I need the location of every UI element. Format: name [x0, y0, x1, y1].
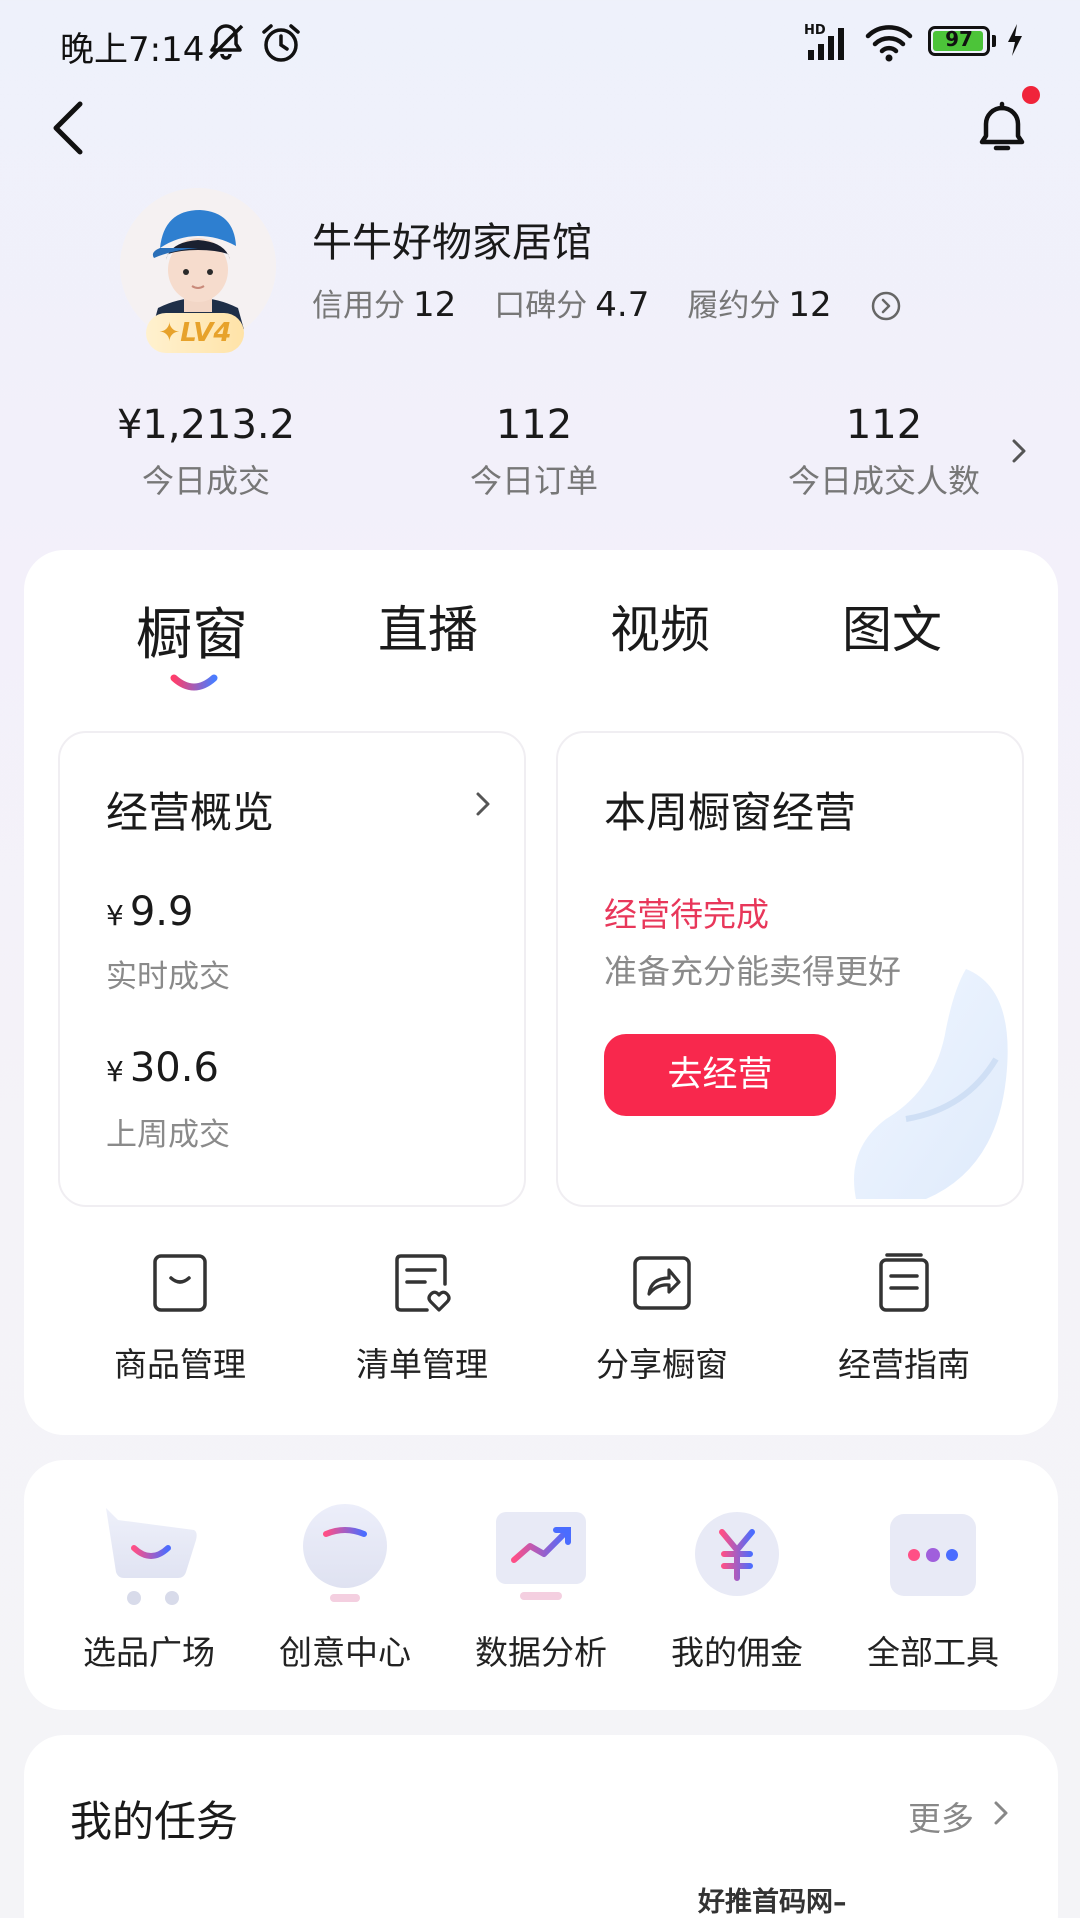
stat-label: 今日成交人数 — [787, 462, 980, 500]
tasks-title: 我的任务 — [70, 1797, 239, 1846]
alarm-icon — [262, 24, 300, 62]
feature-label: 数据分析 — [475, 1633, 607, 1672]
weekly-status: 经营待完成 — [604, 895, 769, 934]
chevron-right-icon[interactable] — [990, 1798, 1012, 1828]
stat-label: 今日订单 — [469, 462, 598, 500]
stat-label: 今日成交 — [141, 462, 270, 500]
mute-icon — [208, 24, 244, 60]
cart-icon — [106, 1508, 197, 1605]
overview-card[interactable]: 经营概览 ¥9.9 实时成交 ¥30.6 上周成交 — [58, 731, 526, 1207]
score-label-credit: 信用分 — [312, 288, 405, 324]
chevron-left-icon — [53, 101, 83, 155]
tool-share-storefront[interactable]: 分享橱窗 — [562, 1252, 762, 1386]
score-label-reputation: 口碑分 — [494, 288, 588, 324]
feature-creative-center[interactable]: 创意中心 — [250, 1500, 440, 1674]
realtime-amount: ¥9.9 — [106, 889, 193, 935]
stat-value: ¥1,213.2 — [116, 402, 296, 448]
guide-book-icon — [879, 1253, 929, 1312]
go-manage-button[interactable]: 去经营 — [604, 1034, 836, 1116]
tab-indicator — [170, 674, 218, 691]
chevron-right-icon — [476, 792, 490, 816]
signal-icon: HD — [804, 23, 844, 60]
tool-label: 经营指南 — [838, 1345, 970, 1384]
lastweek-label: 上周成交 — [106, 1117, 230, 1153]
level-badge: ✦LV4 — [146, 313, 244, 353]
stat-today-sales[interactable]: ¥1,213.2 今日成交 — [66, 402, 346, 502]
stat-value: 112 — [495, 402, 573, 448]
weekly-hint: 准备充分能卖得更好 — [604, 952, 901, 991]
wifi-icon — [865, 25, 913, 62]
bag-icon — [153, 1254, 207, 1312]
currency-symbol: ¥ — [106, 899, 124, 932]
overview-title: 经营概览 — [106, 788, 275, 837]
battery-cap — [992, 35, 996, 47]
back-button[interactable] — [40, 90, 100, 160]
list-heart-icon — [395, 1254, 451, 1312]
feature-all-tools[interactable]: 全部工具 — [838, 1500, 1028, 1674]
feature-data-analysis[interactable]: 数据分析 — [446, 1500, 636, 1674]
charging-icon — [1008, 24, 1022, 56]
feature-label: 创意中心 — [279, 1633, 411, 1672]
more-dots-icon — [890, 1514, 976, 1596]
score-row[interactable]: 信用分 12 口碑分 4.7 履约分 12 — [312, 280, 870, 325]
tab-storefront[interactable]: 橱窗 — [136, 590, 248, 671]
tab-live[interactable]: 直播 — [378, 590, 478, 662]
lastweek-amount: ¥30.6 — [106, 1045, 219, 1091]
tab-video[interactable]: 视频 — [610, 590, 710, 662]
decorative-ribbon — [854, 969, 1008, 1199]
tab-image-text[interactable]: 图文 — [842, 590, 942, 662]
score-value-credit: 12 — [413, 285, 457, 325]
share-icon — [633, 1256, 691, 1310]
status-time: 晚上7:14 — [60, 30, 205, 70]
svg-text:HD: HD — [804, 23, 826, 38]
feature-product-plaza[interactable]: 选品广场 — [54, 1500, 244, 1674]
tool-list-management[interactable]: 清单管理 — [322, 1252, 522, 1386]
chevron-circle-right-icon[interactable] — [870, 290, 902, 322]
shop-name: 牛牛好物家居馆 — [312, 220, 592, 266]
lastweek-amount-value: 30.6 — [129, 1045, 219, 1091]
status-bar: 晚上7:14 HD 97 — [0, 0, 1080, 90]
weekly-title: 本周橱窗经营 — [604, 788, 857, 837]
realtime-label: 实时成交 — [106, 959, 230, 995]
stat-today-buyers[interactable]: 112 今日成交人数 — [744, 402, 1024, 502]
feature-label: 选品广场 — [83, 1633, 215, 1672]
score-label-fulfillment: 履约分 — [687, 288, 781, 324]
stat-today-orders[interactable]: 112 今日订单 — [394, 402, 674, 502]
watermark: 好推首码网–ht.bbs6666.com — [698, 1887, 847, 1918]
weekly-card: 本周橱窗经营 经营待完成 准备充分能卖得更好 去经营 — [556, 731, 1024, 1207]
tool-business-guide[interactable]: 经营指南 — [804, 1252, 1004, 1386]
tool-label: 清单管理 — [356, 1345, 488, 1384]
battery-icon: 97 — [928, 26, 990, 56]
score-value-fulfillment: 12 — [788, 285, 832, 325]
feature-label: 全部工具 — [867, 1633, 999, 1672]
feature-label: 我的佣金 — [671, 1633, 803, 1672]
tool-label: 分享橱窗 — [596, 1345, 728, 1384]
yen-coin-icon — [695, 1512, 779, 1596]
tool-product-management[interactable]: 商品管理 — [80, 1252, 280, 1386]
battery-level: 97 — [945, 27, 973, 51]
score-value-reputation: 4.7 — [595, 285, 650, 325]
tool-label: 商品管理 — [114, 1345, 246, 1384]
notification-dot — [1022, 86, 1040, 104]
chart-icon — [496, 1512, 586, 1600]
chevron-right-icon[interactable] — [1008, 436, 1030, 466]
tasks-more-link[interactable]: 更多 — [908, 1792, 974, 1840]
realtime-amount-value: 9.9 — [129, 889, 194, 935]
currency-symbol: ¥ — [106, 1055, 124, 1088]
stat-value: 112 — [845, 402, 923, 448]
feature-my-commission[interactable]: 我的佣金 — [642, 1500, 832, 1674]
bulb-icon — [303, 1504, 387, 1602]
